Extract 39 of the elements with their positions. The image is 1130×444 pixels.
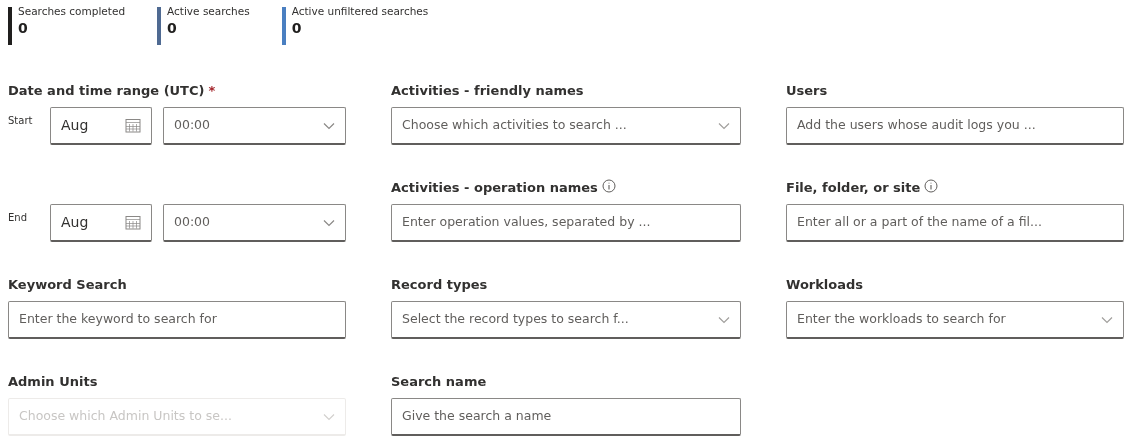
stat-label: Active unfiltered searches: [291, 4, 429, 18]
field-label: Search name: [391, 373, 487, 391]
stat-value: 0: [18, 19, 29, 38]
chevron-down-icon: [718, 315, 730, 324]
date-row-label: End: [8, 211, 28, 225]
input-field[interactable]: Add the users whose audit logs you ...: [786, 107, 1124, 145]
dropdown-field[interactable]: Select the record types to search f...: [391, 301, 741, 339]
stat-value: 0: [167, 19, 178, 38]
calendar-icon: [125, 118, 141, 133]
dropdown-field[interactable]: Enter the workloads to search for: [786, 301, 1124, 339]
dropdown-field[interactable]: Choose which activities to search ...: [391, 107, 741, 145]
stat-label: Searches completed: [18, 4, 126, 18]
input-field[interactable]: Enter all or a part of the name of a fil...: [786, 204, 1124, 242]
stat-label: Active searches: [167, 4, 250, 18]
date-row-label: Start: [8, 114, 34, 128]
chevron-down-icon: [323, 121, 335, 130]
stat-value: 0: [291, 19, 303, 38]
field-label: Users: [786, 82, 828, 100]
chevron-down-icon: [323, 218, 335, 227]
input-field[interactable]: Enter the keyword to search for: [8, 301, 346, 339]
field-label: Date and time range (UTC): [8, 82, 205, 100]
field-label: Record types: [391, 276, 488, 294]
chevron-down-icon: [323, 412, 335, 421]
chevron-down-icon: [718, 121, 730, 130]
date-picker[interactable]: Aug: [50, 107, 152, 145]
date-picker[interactable]: Aug: [50, 204, 152, 242]
required-mark: *: [208, 82, 216, 100]
field-label: Workloads: [786, 276, 864, 294]
calendar-icon: [125, 215, 141, 230]
field-label: Admin Units: [8, 373, 98, 391]
time-dropdown[interactable]: 00:00: [163, 204, 346, 242]
time-dropdown[interactable]: 00:00: [163, 107, 346, 145]
input-field[interactable]: Enter operation values, separated by ...: [391, 204, 741, 242]
field-label: Keyword Search: [8, 276, 127, 294]
field-label: Activities - friendly names: [391, 82, 584, 100]
input-field[interactable]: Give the search a name: [391, 398, 741, 436]
field-label: File, folder, or site: [786, 179, 921, 197]
chevron-down-icon: [1101, 315, 1113, 324]
field-label: Activities - operation names: [391, 179, 598, 197]
